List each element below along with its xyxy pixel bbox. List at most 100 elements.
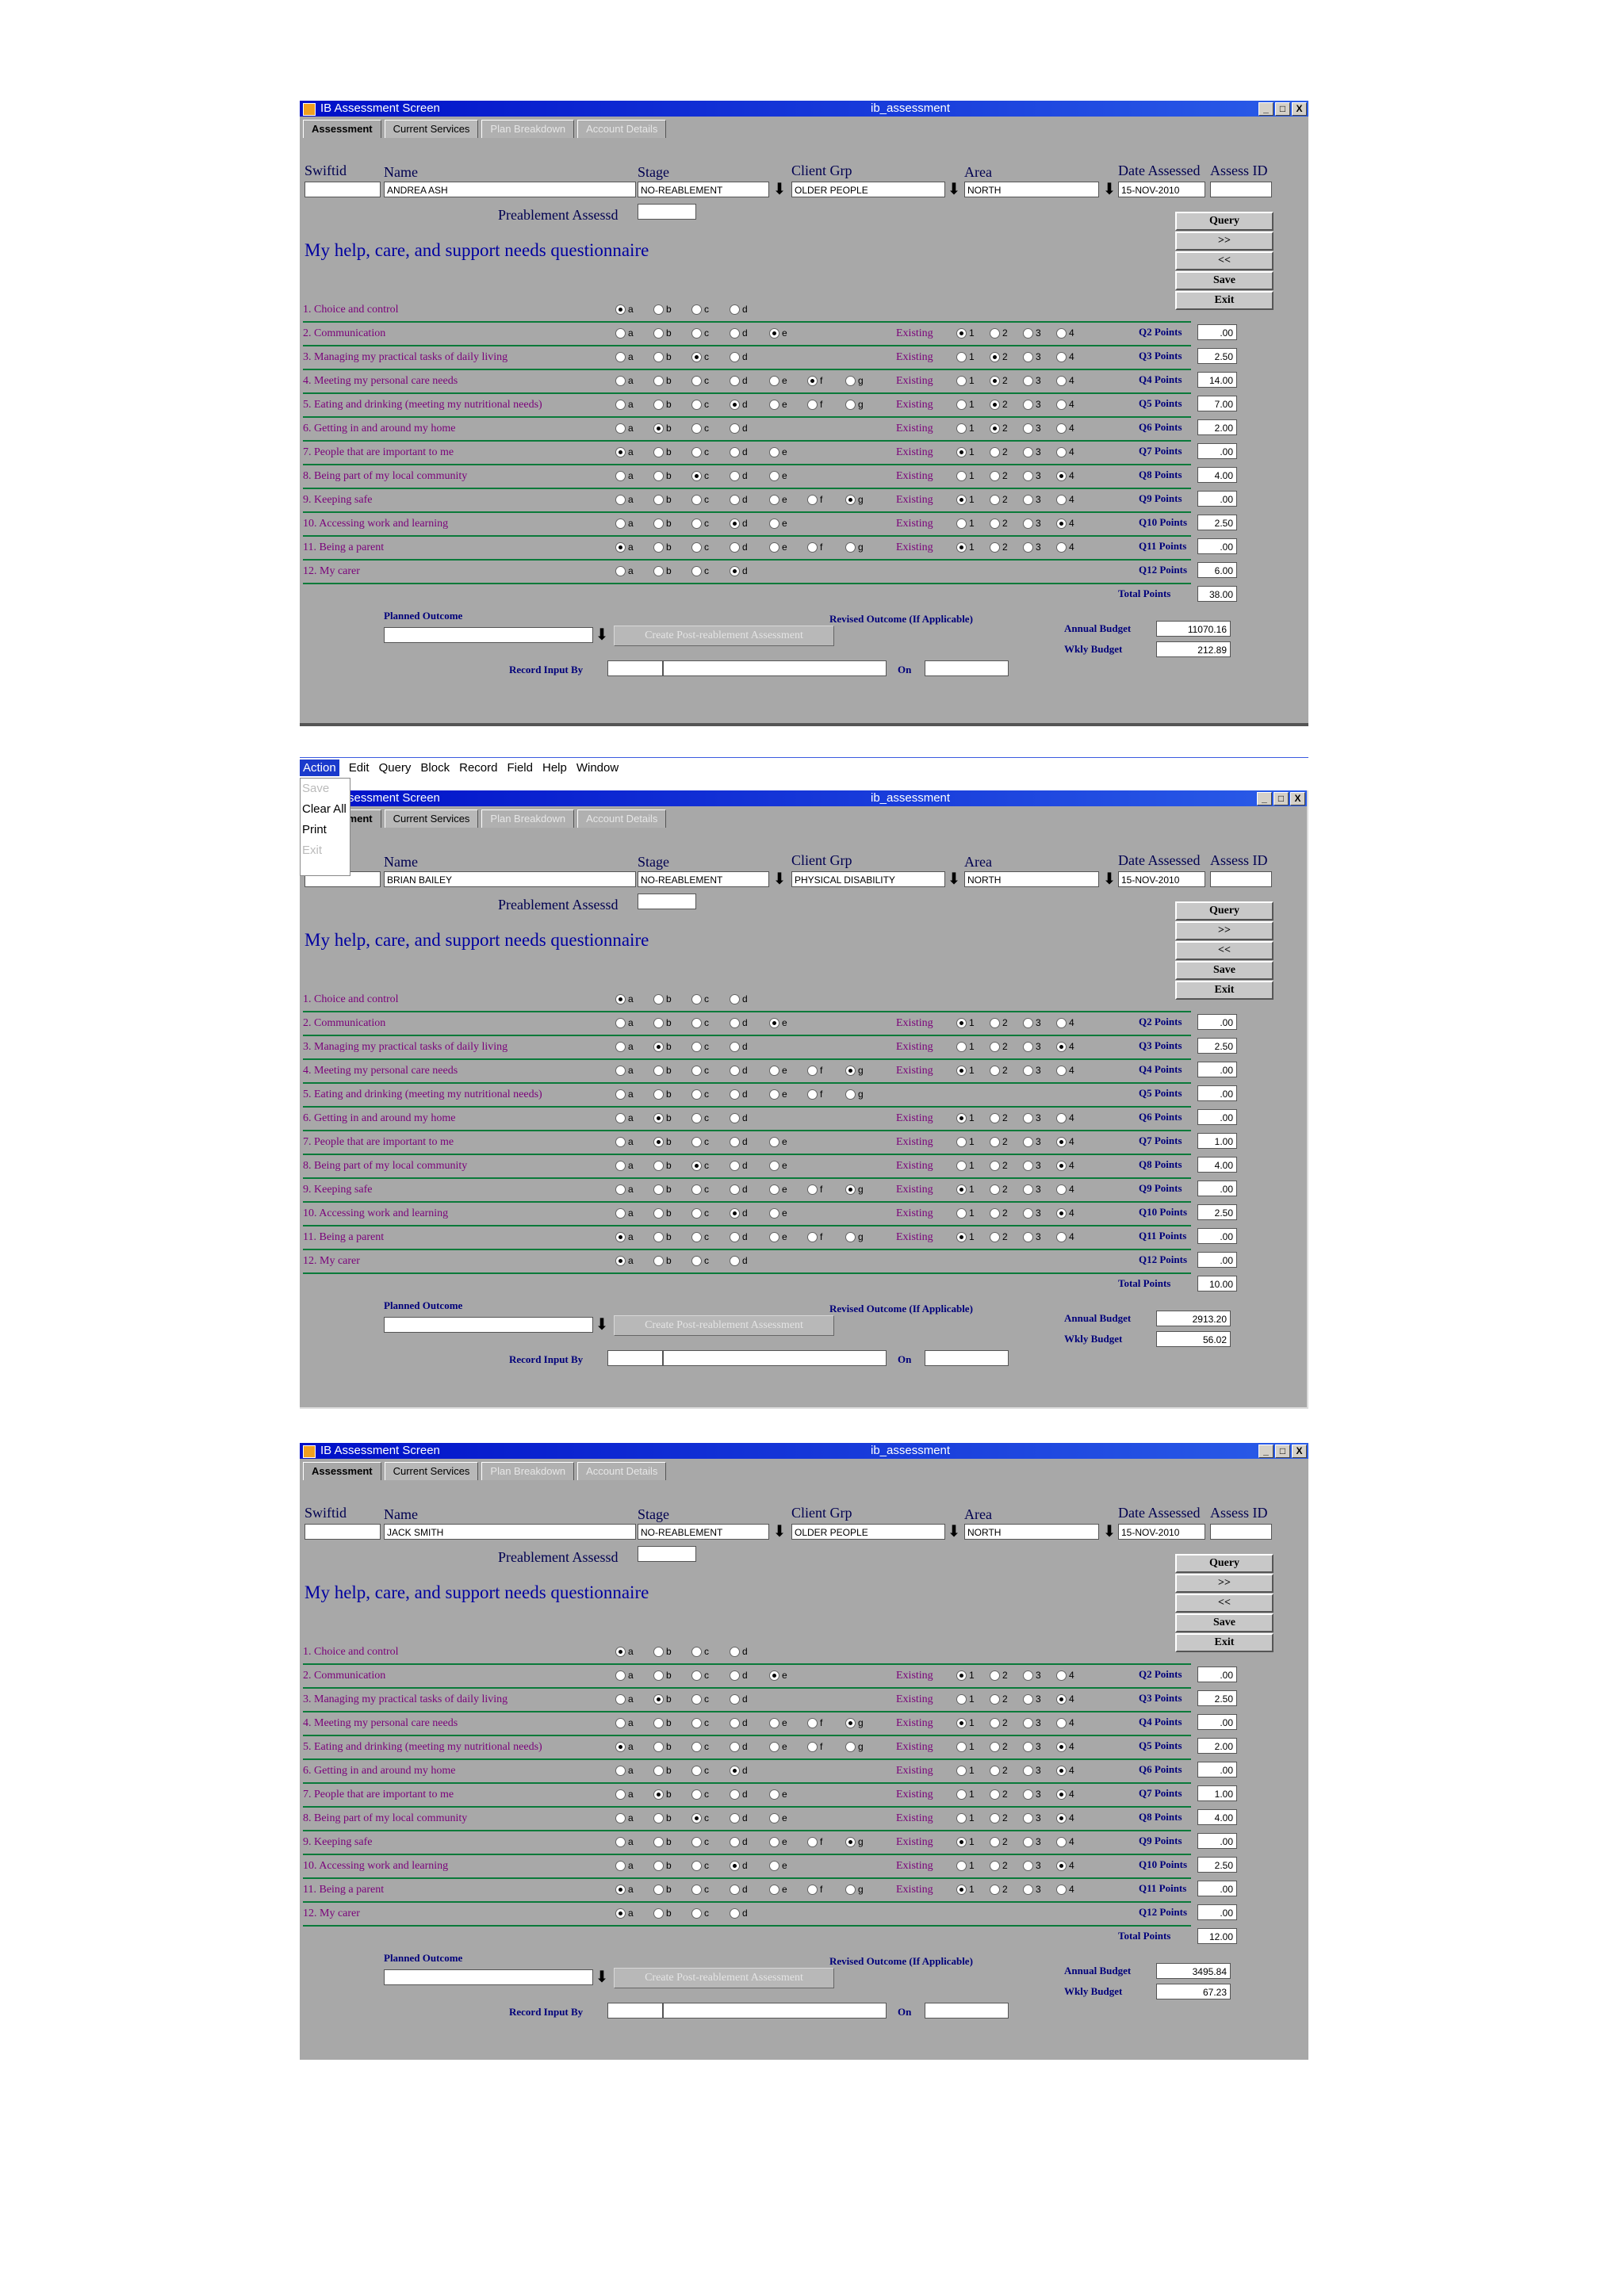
client-grp-dropdown-icon[interactable]: ⬇ [945, 181, 963, 198]
option-b-radio[interactable]: b [653, 541, 672, 553]
option-b-radio[interactable]: b [653, 1065, 672, 1077]
option-g-radio[interactable]: g [845, 1836, 864, 1848]
option-c-radio[interactable]: c [691, 1065, 709, 1077]
tab-current-services[interactable]: Current Services [384, 120, 479, 138]
option-c-radio[interactable]: c [691, 446, 709, 458]
option-b-radio[interactable]: b [653, 446, 672, 458]
option-c-radio[interactable]: c [691, 1670, 709, 1682]
points-field[interactable]: .00 [1197, 1109, 1237, 1125]
client-grp-dropdown-icon[interactable]: ⬇ [945, 1523, 963, 1540]
option-c-radio[interactable]: c [691, 375, 709, 387]
annual-budget-field[interactable]: 2913.20 [1156, 1311, 1231, 1326]
option-a-radio[interactable]: a [615, 1693, 634, 1705]
option-b-radio[interactable]: b [653, 1184, 672, 1196]
option-a-radio[interactable]: a [615, 1207, 634, 1219]
prev-button[interactable]: << [1175, 941, 1274, 960]
existing-3-radio[interactable]: 3 [1023, 446, 1041, 458]
option-e-radio[interactable]: e [769, 1717, 787, 1729]
menu-help[interactable]: Help [542, 761, 567, 775]
points-field[interactable]: 7.00 [1197, 396, 1237, 411]
option-c-radio[interactable]: c [691, 494, 709, 506]
existing-3-radio[interactable]: 3 [1023, 1860, 1041, 1872]
option-c-radio[interactable]: c [691, 1207, 709, 1219]
existing-2-radio[interactable]: 2 [990, 1741, 1008, 1753]
option-d-radio[interactable]: d [730, 1646, 748, 1658]
existing-2-radio[interactable]: 2 [990, 470, 1008, 482]
option-c-radio[interactable]: c [691, 1646, 709, 1658]
option-d-radio[interactable]: d [730, 565, 748, 577]
option-a-radio[interactable]: a [615, 1860, 634, 1872]
option-f-radio[interactable]: f [807, 1884, 822, 1896]
existing-4-radio[interactable]: 4 [1056, 1065, 1074, 1077]
option-d-radio[interactable]: d [730, 494, 748, 506]
existing-3-radio[interactable]: 3 [1023, 1884, 1041, 1896]
option-e-radio[interactable]: e [769, 541, 787, 553]
option-a-radio[interactable]: a [615, 993, 634, 1005]
existing-4-radio[interactable]: 4 [1056, 518, 1074, 530]
tab-assessment[interactable]: Assessment [303, 1462, 381, 1480]
existing-2-radio[interactable]: 2 [990, 423, 1008, 434]
existing-4-radio[interactable]: 4 [1056, 1765, 1074, 1777]
option-c-radio[interactable]: c [691, 565, 709, 577]
existing-2-radio[interactable]: 2 [990, 518, 1008, 530]
option-a-radio[interactable]: a [615, 1136, 634, 1148]
existing-2-radio[interactable]: 2 [990, 1065, 1008, 1077]
area-field[interactable]: NORTH [964, 1524, 1099, 1540]
option-d-radio[interactable]: d [730, 1207, 748, 1219]
existing-4-radio[interactable]: 4 [1056, 1184, 1074, 1196]
existing-4-radio[interactable]: 4 [1056, 1812, 1074, 1824]
save-button[interactable]: Save [1175, 271, 1274, 290]
option-b-radio[interactable]: b [653, 375, 672, 387]
option-b-radio[interactable]: b [653, 1860, 672, 1872]
client-grp-field[interactable]: OLDER PEOPLE [791, 182, 945, 197]
option-b-radio[interactable]: b [653, 304, 672, 316]
option-f-radio[interactable]: f [807, 375, 822, 387]
points-field[interactable]: 4.00 [1197, 1809, 1237, 1825]
existing-3-radio[interactable]: 3 [1023, 1112, 1041, 1124]
option-d-radio[interactable]: d [730, 351, 748, 363]
points-field[interactable]: .00 [1197, 1833, 1237, 1849]
points-field[interactable]: 2.50 [1197, 348, 1237, 364]
points-field[interactable]: 2.50 [1197, 1204, 1237, 1220]
option-e-radio[interactable]: e [769, 1836, 787, 1848]
existing-2-radio[interactable]: 2 [990, 541, 1008, 553]
maximize-button[interactable]: □ [1275, 102, 1290, 116]
tab-assessment[interactable]: Assessment [303, 120, 381, 138]
existing-1-radio[interactable]: 1 [956, 1041, 975, 1053]
existing-1-radio[interactable]: 1 [956, 375, 975, 387]
existing-1-radio[interactable]: 1 [956, 1884, 975, 1896]
points-field[interactable]: 14.00 [1197, 372, 1237, 388]
option-d-radio[interactable]: d [730, 1089, 748, 1100]
option-g-radio[interactable]: g [845, 1184, 864, 1196]
option-c-radio[interactable]: c [691, 518, 709, 530]
option-d-radio[interactable]: d [730, 1017, 748, 1029]
option-a-radio[interactable]: a [615, 1765, 634, 1777]
name-field[interactable]: JACK SMITH [384, 1524, 636, 1540]
option-d-radio[interactable]: d [730, 1041, 748, 1053]
existing-1-radio[interactable]: 1 [956, 1717, 975, 1729]
record-input-code-field[interactable] [607, 1350, 663, 1366]
points-field[interactable]: .00 [1197, 443, 1237, 459]
existing-4-radio[interactable]: 4 [1056, 1789, 1074, 1800]
existing-4-radio[interactable]: 4 [1056, 1041, 1074, 1053]
wkly-budget-field[interactable]: 56.02 [1156, 1331, 1231, 1347]
area-field[interactable]: NORTH [964, 182, 1099, 197]
existing-4-radio[interactable]: 4 [1056, 541, 1074, 553]
stage-dropdown-icon[interactable]: ⬇ [771, 871, 788, 888]
option-a-radio[interactable]: a [615, 375, 634, 387]
tab-current-services[interactable]: Current Services [384, 809, 479, 828]
next-button[interactable]: >> [1175, 232, 1274, 251]
existing-3-radio[interactable]: 3 [1023, 1812, 1041, 1824]
existing-3-radio[interactable]: 3 [1023, 1231, 1041, 1243]
points-field[interactable]: 1.00 [1197, 1133, 1237, 1149]
option-c-radio[interactable]: c [691, 1112, 709, 1124]
option-f-radio[interactable]: f [807, 1184, 822, 1196]
menu-action[interactable]: Action [300, 760, 339, 776]
record-input-name-field[interactable] [663, 660, 887, 676]
existing-2-radio[interactable]: 2 [990, 1812, 1008, 1824]
existing-3-radio[interactable]: 3 [1023, 399, 1041, 411]
existing-2-radio[interactable]: 2 [990, 1836, 1008, 1848]
record-date-field[interactable] [925, 2003, 1009, 2019]
menu-item-print[interactable]: Print [301, 820, 350, 840]
existing-4-radio[interactable]: 4 [1056, 423, 1074, 434]
